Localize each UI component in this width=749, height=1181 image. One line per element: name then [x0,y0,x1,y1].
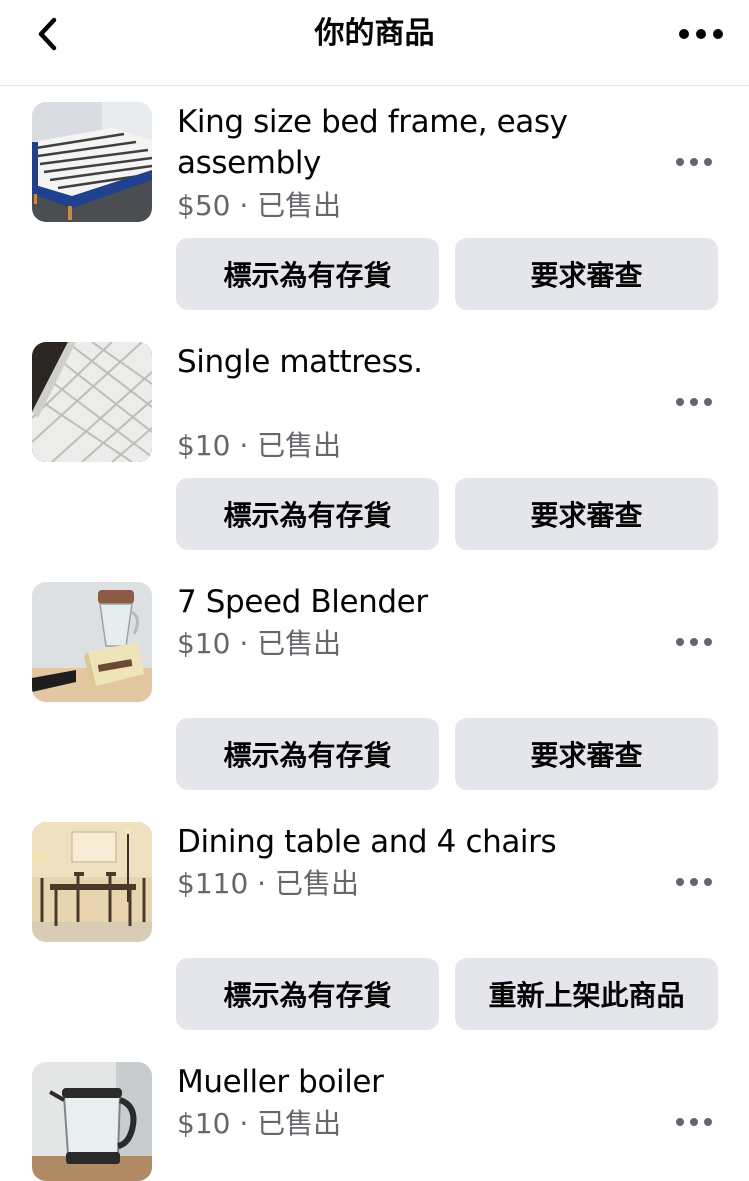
bed-frame-thumbnail[interactable] [32,102,152,222]
listing-title[interactable]: Dining table and 4 chairs [177,822,647,863]
dot [690,1118,698,1126]
dot [704,398,712,406]
top-bar: 你的商品 [0,0,749,86]
request-review-button[interactable]: 要求審查 [455,238,718,310]
request-review-button[interactable]: 要求審查 [455,478,718,550]
dot [704,878,712,886]
dot [713,29,723,39]
dot [704,1118,712,1126]
listing-price-status: $10 · 已售出 [177,627,342,660]
mark-in-stock-button[interactable]: 標示為有存貨 [176,238,439,310]
request-review-button[interactable]: 要求審查 [455,718,718,790]
listing-item: 7 Speed Blender $10 · 已售出 標示為有存貨 要求審查 [0,566,749,806]
dot [696,29,706,39]
listing-title[interactable]: Single mattress. [177,342,647,383]
mark-in-stock-button[interactable]: 標示為有存貨 [176,718,439,790]
blender-thumbnail[interactable] [32,582,152,702]
dining-table-thumbnail[interactable] [32,822,152,942]
listing-price-status: $10 · 已售出 [177,429,342,462]
dot [676,638,684,646]
listing-more-button[interactable] [676,632,712,652]
listing-item: Single mattress. $10 · 已售出 標示為有存貨 要求審查 [0,326,749,566]
header-more-button[interactable] [679,22,723,46]
relist-item-button[interactable]: 重新上架此商品 [455,958,718,1030]
dot [704,638,712,646]
dot [690,878,698,886]
dot [690,158,698,166]
listing-title[interactable]: King size bed frame, easy assembly [177,102,647,184]
mark-in-stock-button[interactable]: 標示為有存貨 [176,478,439,550]
dot [676,1118,684,1126]
dot [690,398,698,406]
dot [679,29,689,39]
listing-price-status: $110 · 已售出 [177,867,359,900]
listing-price-status: $50 · 已售出 [177,189,342,222]
listing-more-button[interactable] [676,392,712,412]
listing-more-button[interactable] [676,872,712,892]
page-title: 你的商品 [314,16,435,51]
listing-more-button[interactable] [676,1112,712,1132]
listing-item: King size bed frame, easy assembly $50 ·… [0,86,749,326]
listing-item: Dining table and 4 chairs $110 · 已售出 標示為… [0,806,749,1046]
dot [690,638,698,646]
mark-in-stock-button[interactable]: 標示為有存貨 [176,958,439,1030]
dot [676,158,684,166]
dot [704,158,712,166]
dot [676,878,684,886]
dot [676,398,684,406]
listing-title[interactable]: Mueller boiler [177,1062,647,1103]
mattress-thumbnail[interactable] [32,342,152,462]
listing-title[interactable]: 7 Speed Blender [177,582,647,623]
listing-more-button[interactable] [676,152,712,172]
listing-price-status: $10 · 已售出 [177,1107,342,1140]
kettle-thumbnail[interactable] [32,1062,152,1181]
listing-item: Mueller boiler $10 · 已售出 [0,1046,749,1181]
